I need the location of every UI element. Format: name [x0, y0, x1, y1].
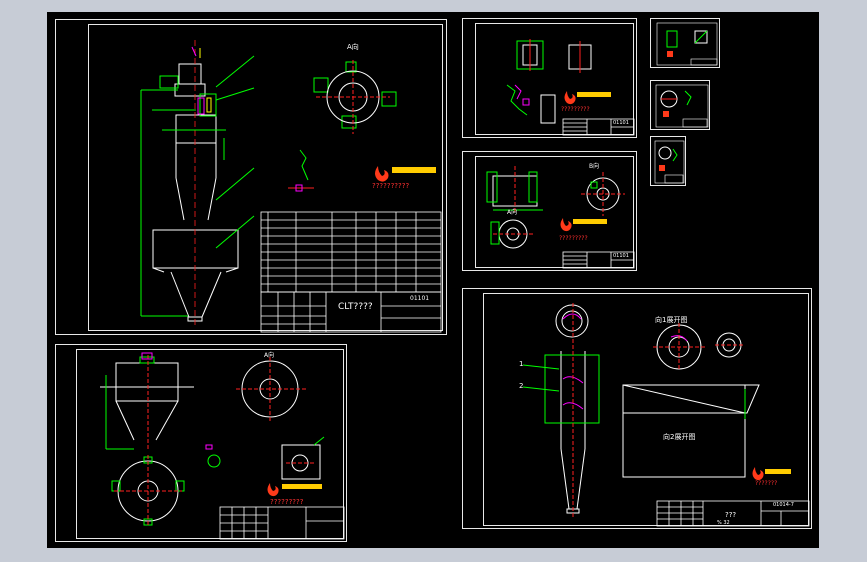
cad-canvas[interactable]: A向 CLT???? 01101 ?????????? A向 ?????????…	[47, 12, 819, 548]
hopper-drawing	[100, 352, 345, 540]
thumb-1-drawing	[656, 22, 718, 66]
mid-drawing	[486, 166, 635, 269]
main-flame-logo	[375, 166, 436, 182]
sheet-thumb-3[interactable]	[650, 136, 686, 186]
sheet-thumb-2[interactable]	[650, 80, 710, 130]
mid-view-label-b: B向	[589, 163, 600, 170]
hopper-view-label: A向	[264, 352, 275, 359]
right-logo-caption: ???????	[755, 480, 778, 487]
right-title: ???	[725, 511, 737, 519]
right-label-2: 2	[519, 382, 524, 390]
right-label-1: 1	[519, 360, 524, 368]
right-unfold-drawing	[522, 303, 810, 527]
sheet-hopper[interactable]: A向 ?????????	[55, 344, 347, 542]
sheet-main-assembly[interactable]: A向 CLT???? 01101 ??????????	[55, 19, 447, 335]
upper-mid-code: 01101	[613, 120, 629, 126]
sheet-thumb-1[interactable]	[650, 18, 720, 68]
sheet-right-unfold[interactable]: 1 2 向1展开图 向2展开图 ??? 01014-7 % 32 ???????	[462, 288, 812, 529]
hopper-logo-caption: ?????????	[270, 498, 304, 506]
thumb-2-drawing	[655, 84, 709, 128]
mid-code: 01101	[613, 253, 629, 259]
right-code: 01014-7	[773, 502, 794, 508]
upper-mid-drawing	[506, 39, 635, 136]
right-unfold-label-b: 向2展开图	[663, 433, 696, 441]
mid-logo-caption: ?????????	[559, 235, 588, 242]
upper-mid-logo-caption: ?????????	[561, 106, 590, 113]
sheet-mid[interactable]: A向 B向 ????????? 01101	[462, 151, 637, 271]
mid-view-label-a: A向	[507, 209, 518, 216]
thumb-3-drawing	[654, 140, 685, 184]
right-sub: % 32	[717, 520, 730, 526]
right-unfold-label-a: 向1展开图	[655, 316, 688, 324]
sheet-upper-mid[interactable]: ????????? 01101	[462, 18, 637, 138]
